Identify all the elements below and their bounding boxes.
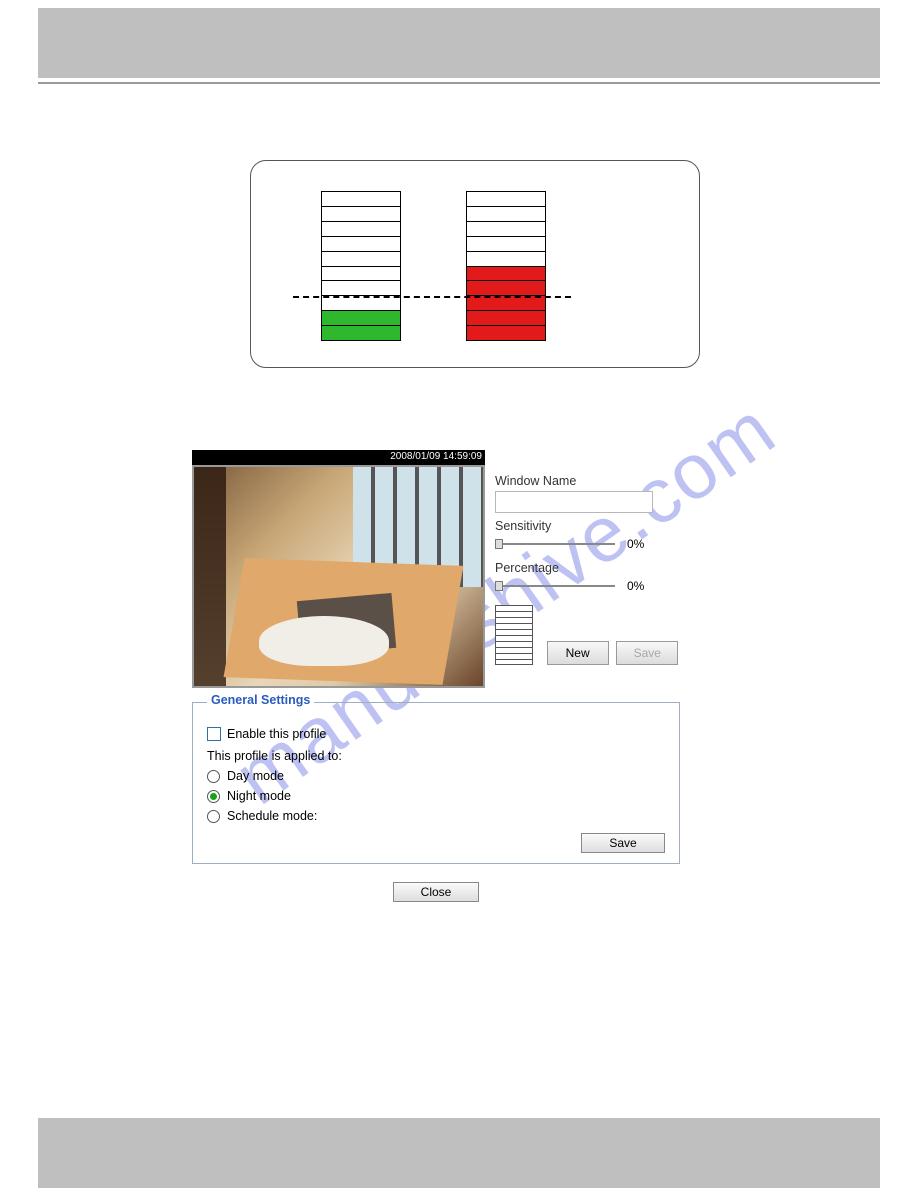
- header-rule: [38, 82, 880, 84]
- window-name-label: Window Name: [495, 474, 680, 488]
- percentage-label: Percentage: [495, 561, 680, 575]
- save-button[interactable]: Save: [616, 641, 678, 665]
- threshold-diagram: [250, 160, 700, 368]
- new-button[interactable]: New: [547, 641, 609, 665]
- night-mode-radio[interactable]: [207, 790, 220, 803]
- video-timestamp: 2008/01/09 14:59:09: [192, 450, 485, 465]
- schedule-mode-radio[interactable]: [207, 810, 220, 823]
- day-mode-radio[interactable]: [207, 770, 220, 783]
- enable-profile-label: Enable this profile: [227, 727, 326, 741]
- applied-to-label: This profile is applied to:: [207, 749, 665, 763]
- threshold-line: [293, 296, 571, 298]
- video-preview[interactable]: [192, 465, 485, 688]
- night-mode-label: Night mode: [227, 789, 291, 803]
- sensitivity-slider[interactable]: [495, 543, 615, 545]
- general-settings-title: General Settings: [207, 693, 314, 707]
- day-mode-label: Day mode: [227, 769, 284, 783]
- motion-settings-panel: 2008/01/09 14:59:09 Window Name Sensitiv…: [192, 450, 680, 902]
- window-name-input[interactable]: [495, 491, 653, 513]
- sensitivity-value: 0%: [627, 537, 644, 551]
- enable-profile-checkbox[interactable]: [207, 727, 221, 741]
- meter-below-threshold: [321, 191, 401, 341]
- activity-meter-icon: [495, 605, 533, 665]
- percentage-slider[interactable]: [495, 585, 615, 587]
- percentage-value: 0%: [627, 579, 644, 593]
- schedule-mode-label: Schedule mode:: [227, 809, 317, 823]
- meter-above-threshold: [466, 191, 546, 341]
- sensitivity-label: Sensitivity: [495, 519, 680, 533]
- footer-bar: [38, 1118, 880, 1188]
- general-settings-group: General Settings Enable this profile Thi…: [192, 702, 680, 864]
- close-button[interactable]: Close: [393, 882, 479, 902]
- general-save-button[interactable]: Save: [581, 833, 665, 853]
- header-bar: [38, 8, 880, 78]
